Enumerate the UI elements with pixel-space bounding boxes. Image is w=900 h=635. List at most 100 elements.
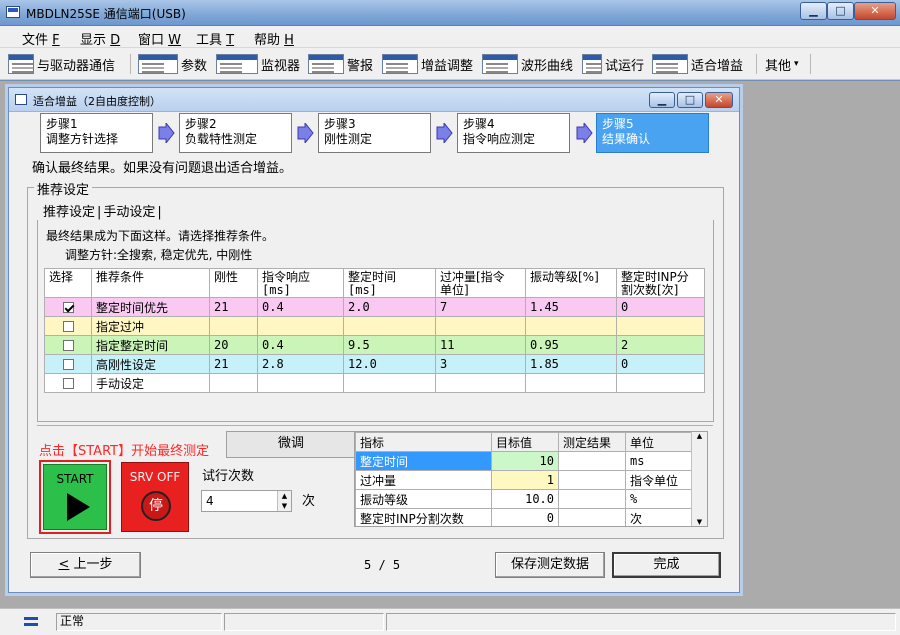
cell-settle: 12.0: [343, 354, 436, 374]
toolbar-parameters-label: 参数: [181, 58, 208, 74]
menu-view-label: 显示: [80, 33, 107, 48]
metric-row[interactable]: 过冲量 1 指令单位: [355, 470, 692, 490]
start-button[interactable]: START: [39, 460, 111, 534]
cell-inp: 0: [616, 297, 705, 317]
communicate-icon: [8, 54, 34, 74]
step-2-number: 步骤2: [185, 117, 217, 131]
metric-row[interactable]: 整定时INP分割次数 0 次: [355, 508, 692, 526]
child-minimize-button[interactable]: ▁: [649, 92, 675, 108]
step-1: 步骤1 调整方针选择: [40, 113, 153, 153]
app-titlebar: MBDLN25SE 通信端口(USB) ▁ □ ✕: [0, 0, 900, 26]
select-checkbox[interactable]: [62, 302, 74, 313]
select-checkbox[interactable]: [62, 340, 74, 351]
metric-target[interactable]: 0: [491, 508, 559, 526]
cell-cmd: 0.4: [257, 297, 344, 317]
scroll-down-icon[interactable]: ▼: [692, 518, 707, 526]
metric-target[interactable]: 1: [491, 470, 559, 490]
toolbar-alarm-button[interactable]: 警报: [308, 52, 373, 76]
toolbar-more-button[interactable]: 其他 ▾: [765, 52, 799, 76]
toolbar-trial-run-button[interactable]: 试运行: [582, 52, 644, 76]
fit-gain-titlebar: 适合增益（2自由度控制） ▁ □ ✕: [9, 88, 739, 112]
menu-window[interactable]: 窗口 W: [138, 29, 181, 48]
toolbar-parameters-button[interactable]: 参数: [138, 52, 207, 76]
step-arrow-icon: [296, 121, 314, 145]
dropdown-arrow-icon: ▾: [794, 59, 799, 69]
select-checkbox[interactable]: [62, 321, 74, 332]
toolbar-more-label: 其他: [765, 58, 792, 74]
cell-cond: 整定时间优先: [91, 297, 210, 317]
cell-cond: 指定整定时间: [91, 335, 210, 355]
trial-count-spinner[interactable]: 4 ▲ ▼: [201, 490, 292, 512]
col-vibration: 振动等级[%]: [525, 268, 617, 298]
tab-manual[interactable]: 手动设定: [103, 205, 155, 220]
table-row[interactable]: 高刚性设定 21 2.8 12.0 3 1.85 0: [44, 354, 705, 374]
toolbar-monitor-button[interactable]: 监视器: [216, 52, 300, 76]
window-icon: [15, 94, 27, 105]
select-checkbox[interactable]: [62, 378, 74, 389]
metric-row[interactable]: 振动等级 10.0%: [355, 489, 692, 509]
cell-vib: 0.95: [525, 335, 617, 355]
table-row[interactable]: 指定过冲: [44, 316, 705, 336]
metric-scrollbar[interactable]: ▲ ▼: [691, 432, 707, 526]
toolbar-gain-adjust-button[interactable]: 增益调整: [382, 52, 473, 76]
menu-bar: 文件 F 显示 D 窗口 W 工具 T 帮助 H: [0, 26, 900, 48]
step-2: 步骤2 负载特性测定: [179, 113, 292, 153]
step-5: 步骤5 结果确认: [596, 113, 709, 153]
select-checkbox[interactable]: [62, 359, 74, 370]
menu-help-label: 帮助: [254, 33, 281, 48]
toolbar-waveform-button[interactable]: 波形曲线: [482, 52, 573, 76]
srv-off-button[interactable]: SRV OFF 停: [121, 462, 189, 532]
cell-cmd: [257, 373, 344, 393]
select-cell[interactable]: [44, 316, 92, 336]
child-maximize-button[interactable]: □: [677, 92, 703, 108]
spin-up-icon[interactable]: ▲: [278, 491, 291, 501]
table-row[interactable]: 手动设定: [44, 373, 705, 393]
save-data-button[interactable]: 保存测定数据: [495, 552, 605, 578]
fine-tune-button[interactable]: 微调: [226, 431, 356, 458]
toolbar-separator: [810, 54, 811, 74]
metric-result: [558, 489, 626, 509]
result-info: 最终结果成为下面这样。请选择推荐条件。: [46, 229, 275, 243]
toolbar-fit-gain-button[interactable]: 适合增益: [652, 52, 743, 76]
finish-button[interactable]: 完成: [612, 552, 721, 578]
col-overshoot: 过冲量[指令 单位]: [435, 268, 526, 298]
table-row[interactable]: 整定时间优先 21 0.4 2.0 7 1.45 0: [44, 297, 705, 317]
metric-target[interactable]: 10.0: [491, 489, 559, 509]
toolbar: 与驱动器通信 参数 监视器 警报 增益调整 波形曲线 试运行 适合增益 其他 ▾: [0, 48, 900, 80]
menu-tools[interactable]: 工具 T: [196, 29, 234, 48]
step-2-name: 负载特性测定: [185, 132, 258, 146]
col-rigidity: 刚性: [209, 268, 258, 298]
metric-target[interactable]: 10: [491, 451, 559, 471]
col-settle-time: 整定时间 [ms]: [343, 268, 436, 298]
menu-view[interactable]: 显示 D: [80, 29, 120, 48]
menu-view-key: D: [110, 33, 121, 48]
metric-result: [558, 451, 626, 471]
col-condition: 推荐条件: [91, 268, 210, 298]
spin-buttons[interactable]: ▲ ▼: [277, 491, 291, 511]
toolbar-separator: [130, 54, 131, 74]
toolbar-fit-gain-label: 适合增益: [691, 58, 744, 74]
tab-recommend[interactable]: 推荐设定: [43, 205, 95, 220]
scroll-up-icon[interactable]: ▲: [692, 432, 707, 440]
menu-window-key: W: [168, 33, 182, 48]
select-cell[interactable]: [44, 297, 92, 317]
select-cell[interactable]: [44, 354, 92, 374]
minimize-button[interactable]: ▁: [800, 2, 827, 20]
prev-step-button[interactable]: < 上一步: [30, 552, 141, 578]
menu-file[interactable]: 文件 F: [22, 29, 60, 48]
metric-result: [558, 508, 626, 526]
select-cell[interactable]: [44, 373, 92, 393]
waveform-icon: [482, 54, 518, 74]
maximize-button[interactable]: □: [827, 2, 854, 20]
menu-help[interactable]: 帮助 H: [254, 29, 294, 48]
spin-down-icon[interactable]: ▼: [278, 501, 291, 511]
toolbar-communicate-label: 与驱动器通信: [37, 58, 116, 74]
metric-name: 振动等级: [355, 489, 492, 509]
toolbar-communicate-button[interactable]: 与驱动器通信: [8, 52, 115, 76]
menu-window-label: 窗口: [138, 33, 165, 48]
metric-row[interactable]: 整定时间 10 ms: [355, 451, 692, 471]
close-button[interactable]: ✕: [854, 2, 896, 20]
select-cell[interactable]: [44, 335, 92, 355]
child-close-button[interactable]: ✕: [705, 92, 733, 108]
table-row[interactable]: 指定整定时间 20 0.4 9.5 11 0.95 2: [44, 335, 705, 355]
